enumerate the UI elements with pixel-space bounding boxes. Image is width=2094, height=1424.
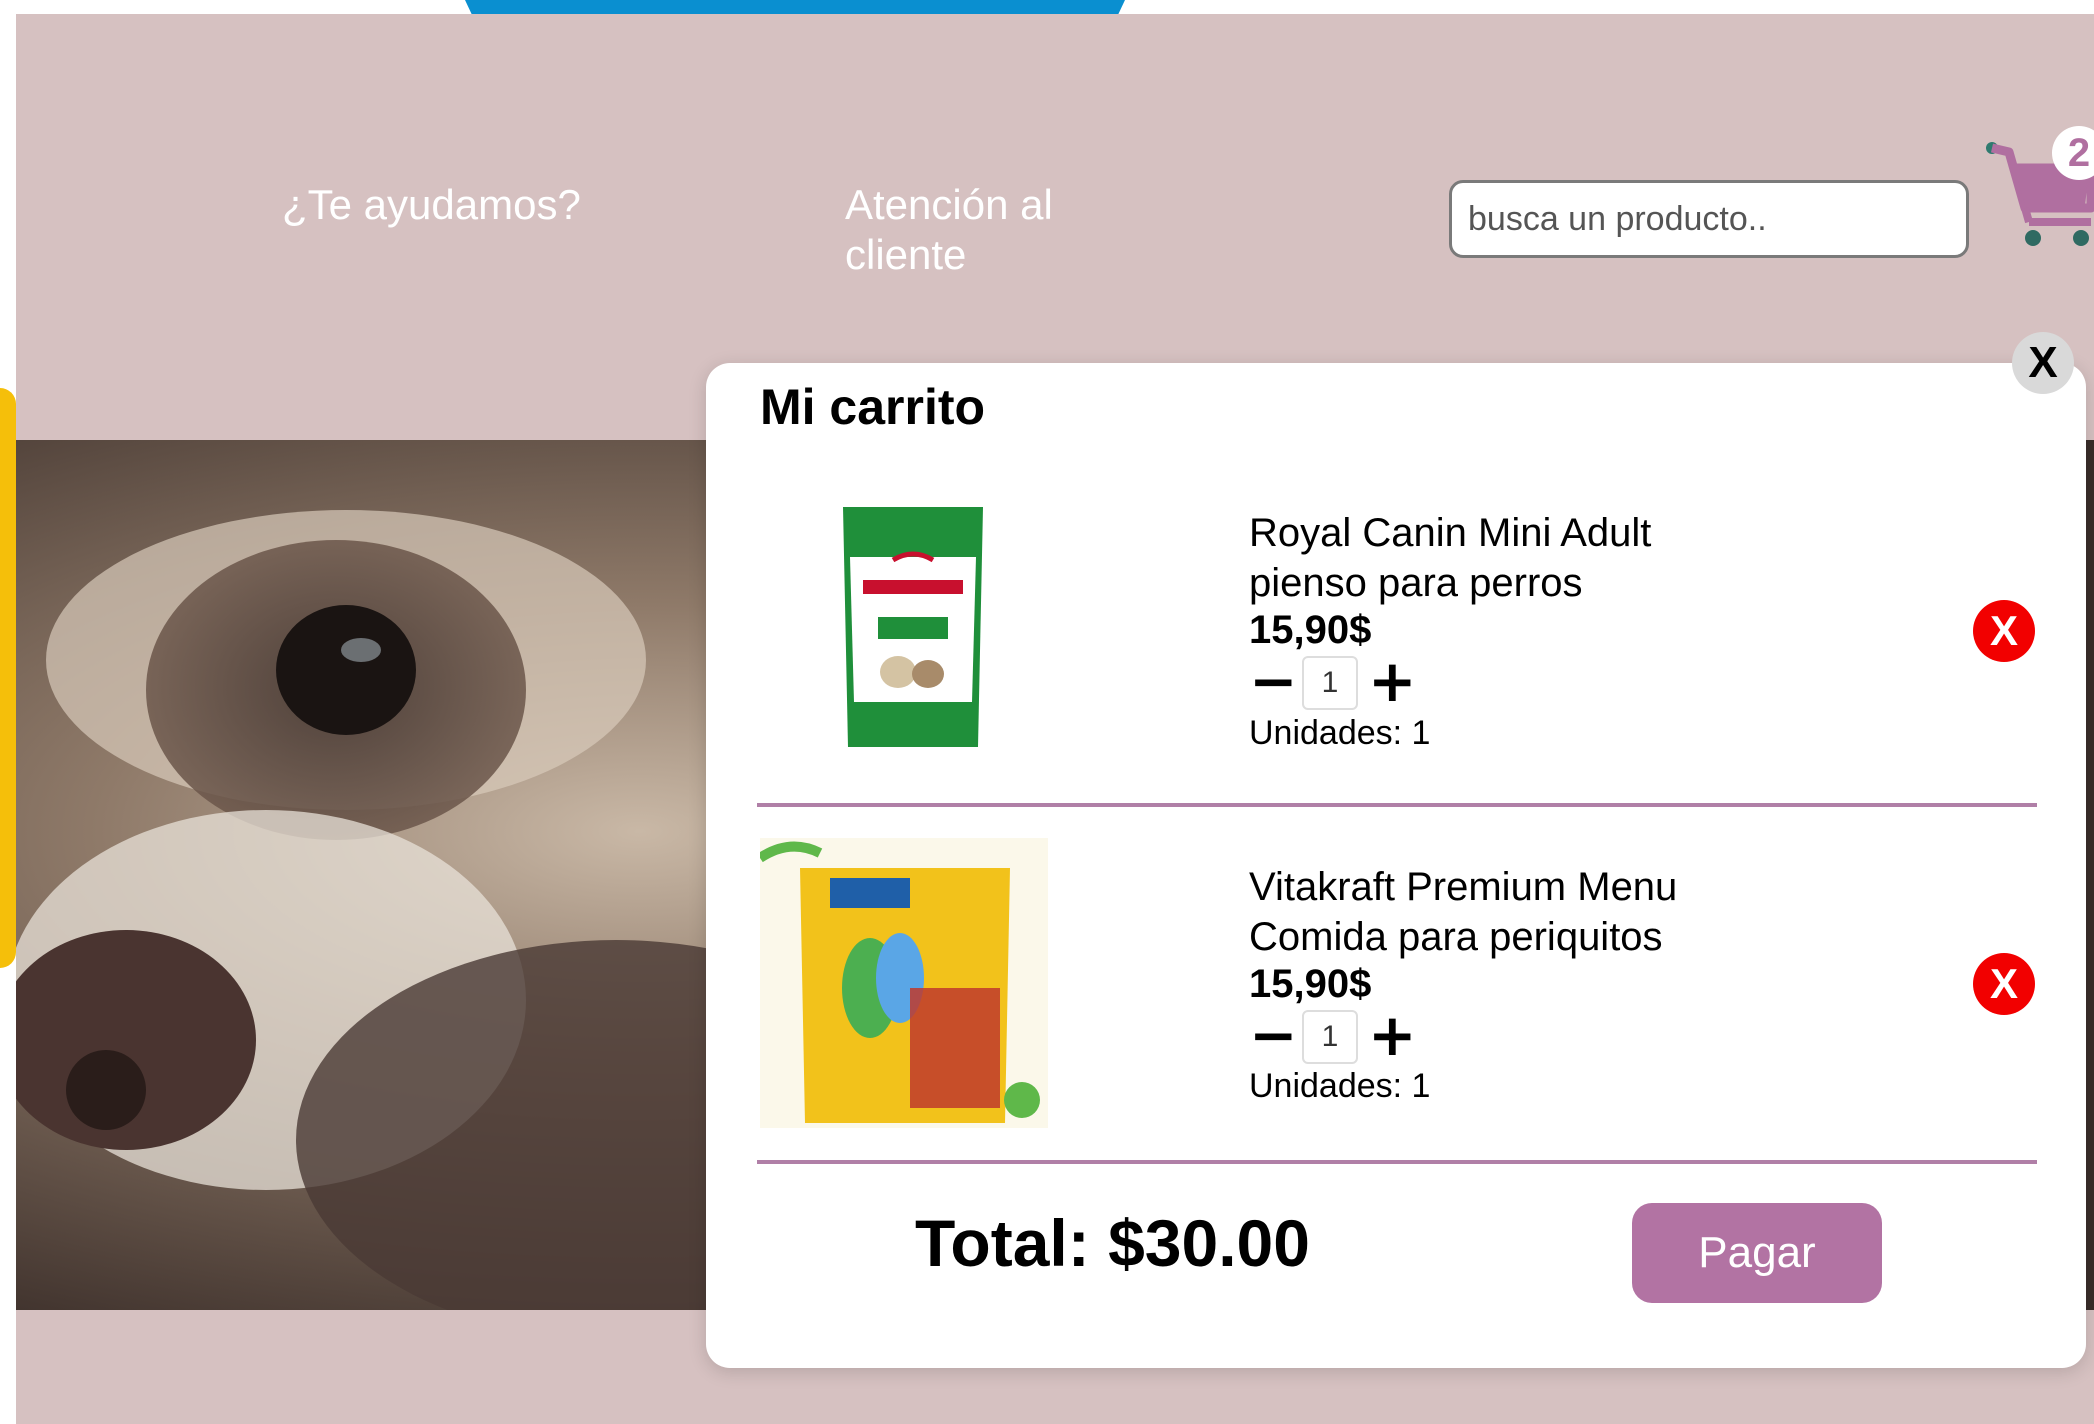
cart-title: Mi carrito — [760, 379, 986, 435]
quantity-input[interactable] — [1302, 1010, 1358, 1064]
cart-item-name: Royal Canin Mini Adult pienso para perro… — [1249, 511, 1652, 605]
cart-item-units: Unidades: 1 — [1249, 1067, 1431, 1105]
cart-item-name: Vitakraft Premium Menu Comida para periq… — [1249, 865, 1678, 959]
nav-link-help[interactable]: ¿Te ayudamos? — [282, 180, 602, 230]
top-accent-bar — [465, 0, 1125, 14]
pay-button[interactable]: Pagar — [1632, 1203, 1882, 1303]
cart-item-units: Unidades: 1 — [1249, 714, 1431, 752]
nav-link-customer-service[interactable]: Atención al cliente — [845, 180, 1165, 280]
side-accent-bar — [0, 388, 16, 968]
search-input[interactable] — [1449, 180, 1969, 258]
remove-item-button[interactable]: X — [1973, 600, 2035, 662]
decrease-quantity-button[interactable]: − — [1249, 652, 1298, 710]
increase-quantity-button[interactable]: + — [1368, 652, 1417, 710]
item-divider — [757, 1160, 2037, 1164]
royal-canin-product-image — [843, 507, 983, 747]
decrease-quantity-button[interactable]: − — [1249, 1006, 1298, 1064]
increase-quantity-button[interactable]: + — [1368, 1006, 1417, 1064]
remove-item-button[interactable]: X — [1973, 953, 2035, 1015]
item-divider — [757, 803, 2037, 807]
close-cart-button[interactable]: X — [2012, 332, 2074, 394]
cart-total: Total: $30.00 — [915, 1206, 1310, 1280]
quantity-input[interactable] — [1302, 656, 1358, 710]
vitakraft-product-image — [760, 838, 1048, 1128]
